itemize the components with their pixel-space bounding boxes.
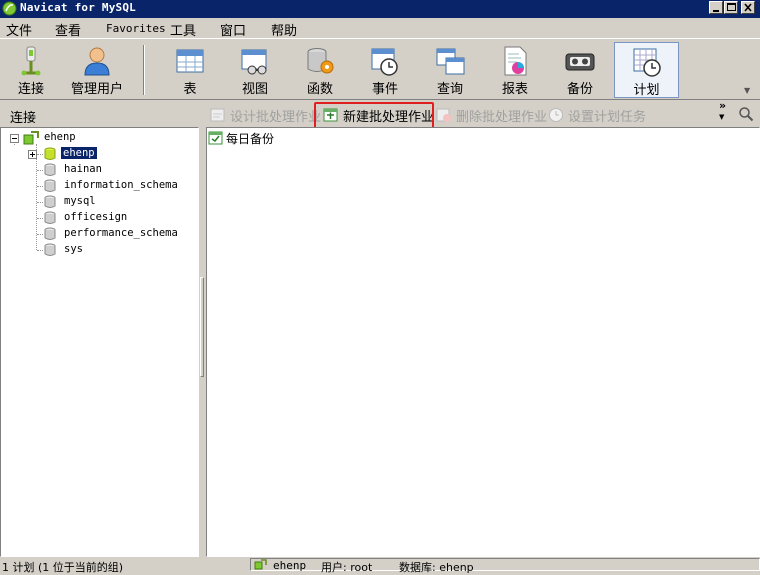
database-name: sys xyxy=(64,243,83,255)
tree-db-ehenp[interactable]: ehenp xyxy=(1,146,191,162)
menu-file[interactable]: 文件 xyxy=(6,20,32,39)
database-name: mysql xyxy=(64,195,96,207)
toolbar-label: 函数 xyxy=(306,82,333,97)
database-name: officesign xyxy=(64,211,128,223)
database-icon xyxy=(44,195,56,208)
database-name: hainan xyxy=(64,163,102,175)
database-name: information_schema xyxy=(64,179,178,191)
toolbar-function-button[interactable]: 函数 xyxy=(291,42,349,98)
panel-splitter[interactable] xyxy=(199,127,206,557)
database-icon xyxy=(44,163,56,176)
status-bar: 1 计划 (1 位于当前的组) ehenp 用户: root 数据库: ehen… xyxy=(0,557,760,574)
tree-db-mysql[interactable]: mysql xyxy=(1,194,191,210)
tree-db-hainan[interactable]: hainan xyxy=(1,162,191,178)
toolbar-label: 视图 xyxy=(241,82,268,97)
database-open-icon xyxy=(44,147,56,160)
toolbar-label: 表 xyxy=(183,82,197,97)
toolbar-label: 计划 xyxy=(633,83,660,98)
toolbar-overflow-icon[interactable]: ▼ xyxy=(744,86,750,95)
status-connection-info: ehenp 用户: root 数据库: ehenp xyxy=(250,558,760,574)
menu-view[interactable]: 查看 xyxy=(55,20,81,39)
report-icon xyxy=(504,46,527,76)
database-icon xyxy=(44,243,56,256)
status-count: 1 计划 (1 位于当前的组) xyxy=(2,561,124,574)
event-icon xyxy=(371,48,398,76)
status-connection-name: ehenp xyxy=(273,559,307,572)
toolbar-label: 事件 xyxy=(371,82,398,97)
overflow-chevron-icon[interactable]: » ▼ xyxy=(719,100,726,122)
backup-icon xyxy=(565,53,595,71)
database-icon xyxy=(44,211,56,224)
menu-window[interactable]: 窗口 xyxy=(220,20,246,39)
title-bar: Navicat for MySQL xyxy=(0,0,760,18)
design-job-icon xyxy=(210,108,225,122)
toolbar-query-button[interactable]: 查询 xyxy=(421,42,479,98)
connection-tree-panel: ehenp ehenp hainan information_schema my… xyxy=(0,127,199,557)
maximize-button[interactable] xyxy=(724,1,738,14)
set-scheduled-task-label: 设置计划任务 xyxy=(568,110,647,125)
close-icon xyxy=(744,3,752,12)
toolbar-label: 查询 xyxy=(436,82,463,97)
function-icon xyxy=(307,48,334,74)
database-name: performance_schema xyxy=(64,227,178,239)
clock-icon xyxy=(549,108,563,122)
view-icon xyxy=(241,49,267,75)
database-icon xyxy=(44,179,56,192)
search-icon[interactable] xyxy=(738,106,754,122)
database-name: ehenp xyxy=(60,146,98,160)
navicat-logo-icon xyxy=(2,1,17,16)
query-icon xyxy=(436,48,465,75)
delete-batch-job-label: 删除批处理作业 xyxy=(456,110,548,125)
toolbar-event-button[interactable]: 事件 xyxy=(356,42,414,98)
tree-connection-node[interactable]: ehenp xyxy=(1,130,191,146)
user-icon xyxy=(84,47,110,76)
toolbar-view-button[interactable]: 视图 xyxy=(226,42,284,98)
menu-bar: 文件 查看 Favorites 工具 窗口 帮助 xyxy=(0,18,760,39)
tree-db-officesign[interactable]: officesign xyxy=(1,210,191,226)
status-user: 用户: root xyxy=(321,561,373,574)
batch-job-name: 每日备份 xyxy=(226,132,275,146)
splitter-grip[interactable] xyxy=(200,277,204,377)
tree-db-information-schema[interactable]: information_schema xyxy=(1,178,191,194)
collapse-toggle-icon[interactable] xyxy=(10,134,19,143)
minimize-icon xyxy=(713,10,719,12)
minimize-button[interactable] xyxy=(709,1,723,14)
menu-tools[interactable]: 工具 xyxy=(170,20,196,39)
schedule-icon xyxy=(633,48,661,77)
main-toolbar: 连接 管理用户 表 视图 函数 事件 查询 报表 备份 计划 ▼ xyxy=(0,38,760,100)
object-toolbar: 设计批处理作业 新建批处理作业 删除批处理作业 设置计划任务 xyxy=(205,102,760,126)
tree-db-performance-schema[interactable]: performance_schema xyxy=(1,226,191,242)
delete-job-icon xyxy=(436,108,451,122)
toolbar-label: 备份 xyxy=(566,82,593,97)
menu-help[interactable]: 帮助 xyxy=(271,20,297,39)
toolbar-connection-button[interactable]: 连接 xyxy=(2,42,60,98)
toolbar-separator xyxy=(143,45,145,95)
menu-favorites[interactable]: Favorites xyxy=(106,22,166,35)
batch-job-list: 每日备份 xyxy=(206,127,760,557)
connection-icon xyxy=(21,46,41,76)
tree-db-sys[interactable]: sys xyxy=(1,242,191,258)
connection-name: ehenp xyxy=(44,131,76,143)
maximize-icon xyxy=(727,3,736,11)
toolbar-manage-users-button[interactable]: 管理用户 xyxy=(67,42,127,98)
close-button[interactable] xyxy=(741,1,755,14)
status-database: 数据库: ehenp xyxy=(399,561,474,574)
toolbar-backup-button[interactable]: 备份 xyxy=(551,42,609,98)
toolbar-label: 管理用户 xyxy=(70,82,123,97)
table-icon xyxy=(176,49,204,73)
connection-status-icon xyxy=(254,559,267,570)
connection-panel-title: 连接 xyxy=(10,111,37,126)
window-title: Navicat for MySQL xyxy=(20,1,136,14)
batch-job-icon xyxy=(208,131,223,145)
database-icon xyxy=(44,227,56,240)
connection-node-icon xyxy=(23,131,39,145)
design-batch-job-label: 设计批处理作业 xyxy=(230,110,322,125)
expand-toggle-icon[interactable] xyxy=(28,150,37,159)
toolbar-report-button[interactable]: 报表 xyxy=(486,42,544,98)
toolbar-schedule-button[interactable]: 计划 xyxy=(614,42,679,98)
toolbar-label: 连接 xyxy=(17,82,44,97)
toolbar-table-button[interactable]: 表 xyxy=(161,42,219,98)
toolbar-label: 报表 xyxy=(501,82,528,97)
